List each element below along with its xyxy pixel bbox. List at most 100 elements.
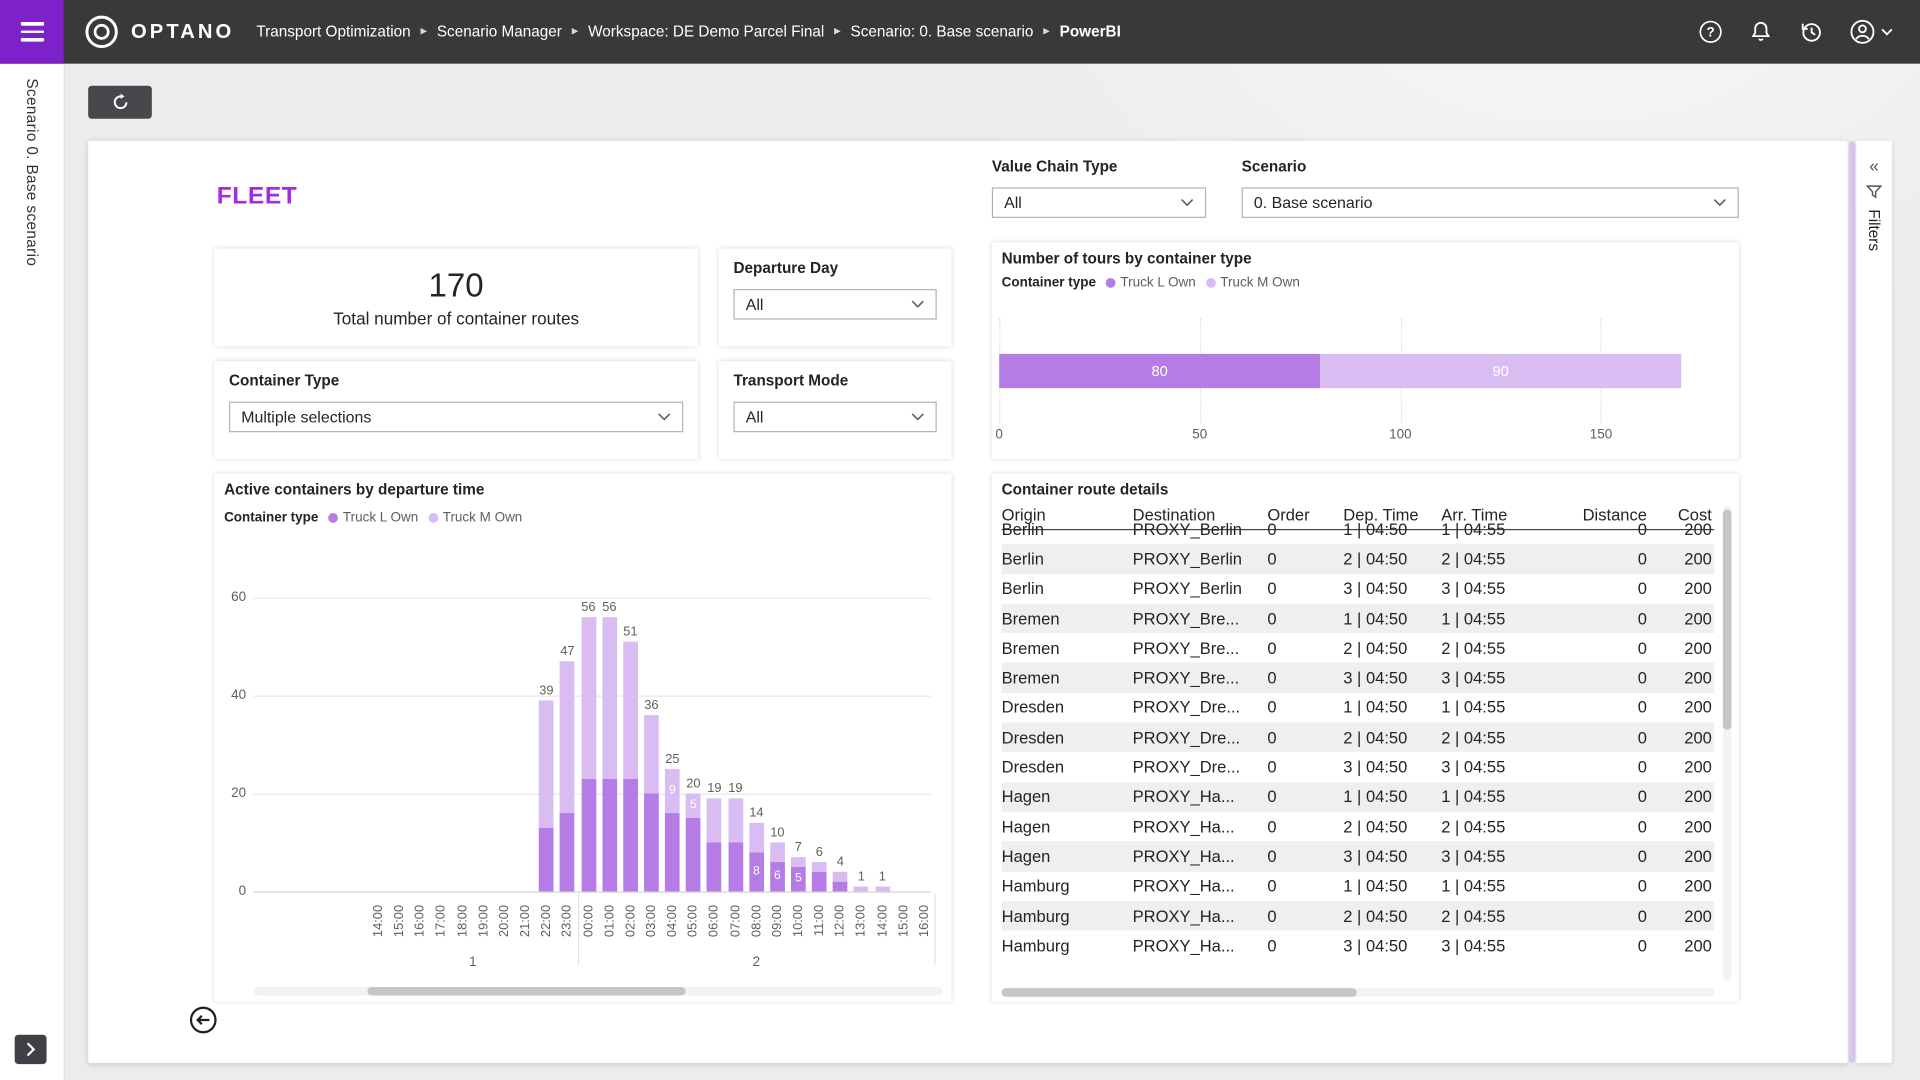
breadcrumb: Transport Optimization▶Scenario Manager▶… [256, 23, 1120, 40]
table-cell: 3 | 04:50 [1343, 936, 1441, 954]
table-row[interactable]: BerlinPROXY_Berlin01 | 04:501 | 04:55020… [1002, 514, 1715, 544]
scrollbar-thumb[interactable] [1002, 988, 1357, 997]
bar-segment[interactable] [812, 872, 827, 892]
axis-tick-label: 15:00 [392, 905, 407, 947]
table-cell: 0 [1545, 579, 1649, 597]
chart-horizontal-scrollbar[interactable] [253, 987, 942, 996]
refresh-button[interactable] [88, 86, 152, 119]
scenario-label: Scenario [1242, 158, 1307, 175]
history-icon[interactable] [1799, 20, 1823, 44]
value-chain-type-dropdown[interactable]: All [992, 187, 1206, 218]
bar-segment[interactable] [560, 661, 575, 813]
chevron-down-icon [911, 413, 924, 422]
axis-tick-label: 11:00 [812, 905, 827, 947]
bar-segment[interactable] [623, 779, 638, 892]
breadcrumb-item[interactable]: PowerBI [1060, 23, 1121, 40]
bar-segment[interactable] [560, 813, 575, 891]
table-row[interactable]: BremenPROXY_Bre...01 | 04:501 | 04:55020… [1002, 604, 1715, 634]
table-row[interactable]: BremenPROXY_Bre...02 | 04:502 | 04:55020… [1002, 633, 1715, 663]
breadcrumb-item[interactable]: Workspace: DE Demo Parcel Final [588, 23, 824, 40]
table-cell: 1 | 04:55 [1441, 877, 1545, 895]
notifications-bell-icon[interactable] [1749, 20, 1773, 44]
table-row[interactable]: HamburgPROXY_Ha...03 | 04:503 | 04:55020… [1002, 931, 1715, 961]
bar-segment[interactable] [854, 887, 869, 892]
axis-tick-label: 00:00 [581, 905, 596, 947]
table-cell: 200 [1649, 609, 1714, 627]
gridline [253, 891, 930, 892]
table-cell: PROXY_Bre... [1133, 669, 1268, 687]
bar-segment[interactable] [581, 779, 596, 892]
table-cell: 200 [1649, 579, 1714, 597]
bar-segment[interactable] [707, 842, 722, 891]
departure-day-dropdown[interactable]: All [733, 289, 936, 320]
bar-segment[interactable] [539, 700, 554, 827]
filter-funnel-icon [1866, 185, 1882, 200]
kpi-caption: Total number of container routes [333, 309, 579, 329]
table-row[interactable]: HagenPROXY_Ha...03 | 04:503 | 04:550200 [1002, 842, 1715, 872]
table-cell: 0 [1267, 550, 1343, 568]
bar-segment[interactable] [539, 828, 554, 892]
table-row[interactable]: HamburgPROXY_Ha...01 | 04:501 | 04:55020… [1002, 871, 1715, 901]
table-cell: 0 [1545, 907, 1649, 925]
axis-tick-label: 17:00 [434, 905, 449, 947]
bar-segment[interactable] [581, 617, 596, 779]
breadcrumb-item[interactable]: Scenario Manager [437, 23, 562, 40]
dropdown-value: 0. Base scenario [1254, 193, 1373, 211]
axis-tick-label: 12:00 [833, 905, 848, 947]
breadcrumb-item[interactable]: Transport Optimization [256, 23, 410, 40]
table-cell: 1 | 04:50 [1343, 520, 1441, 538]
hamburger-menu-button[interactable] [0, 0, 64, 64]
breadcrumb-item[interactable]: Scenario: 0. Base scenario [851, 23, 1034, 40]
table-row[interactable]: BerlinPROXY_Berlin03 | 04:503 | 04:55020… [1002, 574, 1715, 604]
table-horizontal-scrollbar[interactable] [1002, 988, 1715, 997]
top-bar: OPTANO Transport Optimization▶Scenario M… [0, 0, 1920, 64]
bar-segment[interactable] [665, 813, 680, 891]
scrollbar-thumb[interactable] [367, 987, 685, 996]
table-vertical-scrollbar[interactable] [1723, 506, 1732, 981]
table-cell: PROXY_Ha... [1133, 817, 1268, 835]
expand-filters-icon[interactable]: « [1867, 153, 1881, 177]
bar-segment[interactable] [644, 793, 659, 891]
bar-segment[interactable] [686, 818, 701, 891]
chevron-down-icon [911, 300, 924, 309]
account-menu-button[interactable] [1849, 18, 1893, 45]
report-back-button[interactable] [189, 1005, 218, 1034]
table-row[interactable]: DresdenPROXY_Dre...02 | 04:502 | 04:5502… [1002, 723, 1715, 753]
bar-segment[interactable]: 90 [1320, 354, 1681, 388]
axis-tick-label: 0 [995, 427, 1003, 442]
table-cell: 0 [1545, 639, 1649, 657]
table-cell: PROXY_Dre... [1133, 698, 1268, 716]
transport-mode-dropdown[interactable]: All [733, 402, 936, 433]
table-cell: 200 [1649, 788, 1714, 806]
bar-segment[interactable] [875, 887, 890, 892]
bar-segment[interactable] [602, 779, 617, 892]
optano-logo[interactable]: OPTANO [83, 13, 234, 50]
table-cell: Dresden [1002, 698, 1133, 716]
table-row[interactable]: BremenPROXY_Bre...03 | 04:503 | 04:55020… [1002, 663, 1715, 693]
table-row[interactable]: HagenPROXY_Ha...02 | 04:502 | 04:550200 [1002, 812, 1715, 842]
table-cell: 0 [1267, 817, 1343, 835]
table-cell: 1 | 04:50 [1343, 788, 1441, 806]
axis-tick-label: 18:00 [455, 905, 470, 947]
table-row[interactable]: BerlinPROXY_Berlin02 | 04:502 | 04:55020… [1002, 544, 1715, 574]
filters-panel: « Filters [1856, 141, 1892, 1063]
table-row[interactable]: DresdenPROXY_Dre...03 | 04:503 | 04:5502… [1002, 752, 1715, 782]
axis-tick-label: 07:00 [728, 905, 743, 947]
bar-segment[interactable] [602, 617, 617, 779]
scrollbar-thumb[interactable] [1723, 509, 1732, 729]
table-row[interactable]: DresdenPROXY_Dre...01 | 04:501 | 04:5502… [1002, 693, 1715, 723]
report-vertical-scrollbar[interactable] [1849, 141, 1855, 1063]
table-cell: 200 [1649, 698, 1714, 716]
table-cell: 1 | 04:50 [1343, 877, 1441, 895]
help-icon[interactable]: ? [1698, 20, 1722, 44]
container-type-dropdown[interactable]: Multiple selections [229, 402, 683, 433]
filters-panel-label[interactable]: Filters [1866, 209, 1883, 251]
bar-segment[interactable] [728, 842, 743, 891]
axis-separator [935, 894, 936, 965]
bar-segment[interactable] [707, 798, 722, 842]
scenario-dropdown[interactable]: 0. Base scenario [1242, 187, 1739, 218]
table-row[interactable]: HagenPROXY_Ha...01 | 04:501 | 04:550200 [1002, 782, 1715, 812]
table-row[interactable]: HamburgPROXY_Ha...02 | 04:502 | 04:55020… [1002, 901, 1715, 931]
expand-sidebar-button[interactable] [15, 1035, 47, 1064]
bar-segment[interactable]: 80 [999, 354, 1320, 388]
